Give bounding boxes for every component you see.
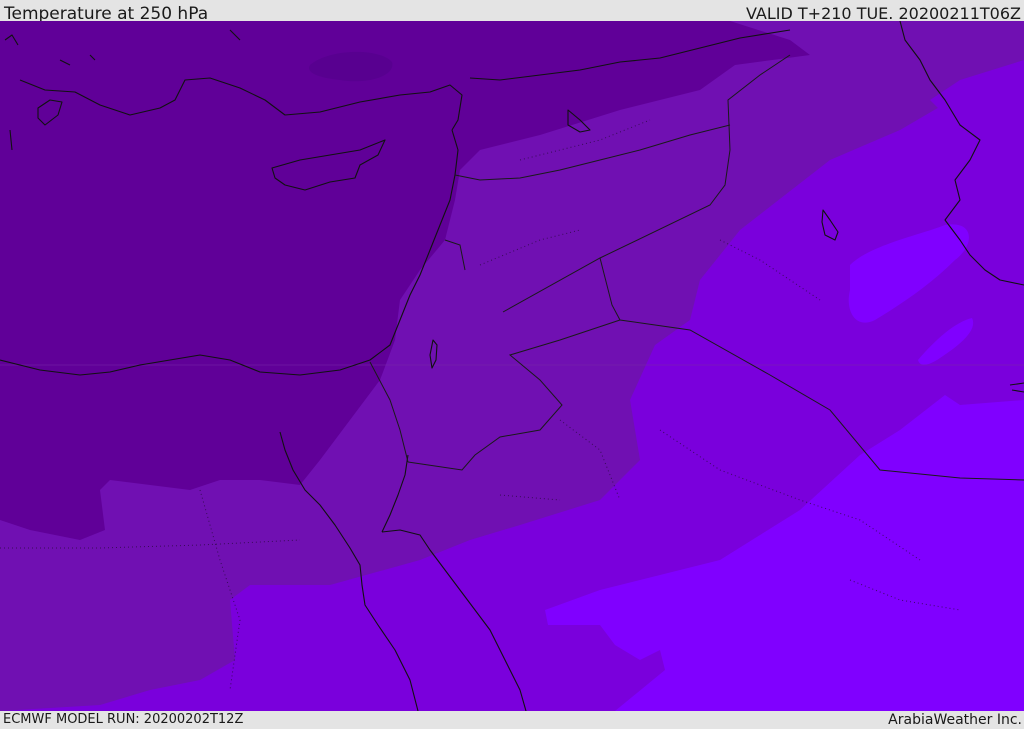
weather-map [0, 21, 1024, 711]
model-run-label: ECMWF MODEL RUN: 20200202T12Z [3, 712, 244, 727]
credit-label: ArabiaWeather Inc. [888, 712, 1022, 728]
